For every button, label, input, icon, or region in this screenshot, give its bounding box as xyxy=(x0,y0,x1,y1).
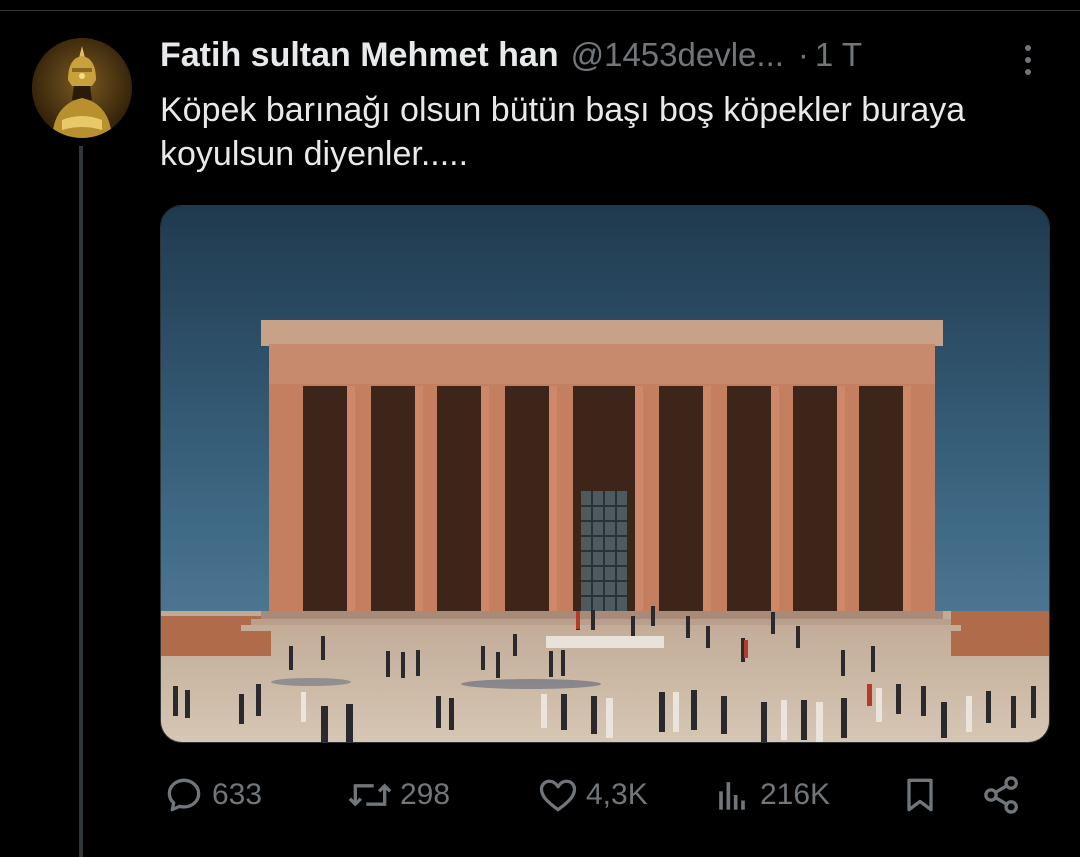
repost-count: 298 xyxy=(400,778,451,811)
like-button[interactable]: 4,3K xyxy=(536,770,648,820)
separator-dot: · xyxy=(797,36,809,73)
tweet-media-photo[interactable] xyxy=(160,205,1050,743)
repost-button[interactable]: 298 xyxy=(346,770,450,820)
mausoleum-photo xyxy=(161,206,1049,742)
author-handle[interactable]: @1453devle... xyxy=(571,36,784,74)
reply-count: 633 xyxy=(212,778,263,811)
share-button[interactable] xyxy=(980,770,1024,820)
views-count: 216K xyxy=(760,778,831,811)
heart-icon xyxy=(539,779,577,812)
thread-line xyxy=(79,146,83,857)
author-display-name[interactable]: Fatih sultan Mehmet han xyxy=(160,36,559,75)
more-vertical-icon xyxy=(1025,45,1031,51)
reply-icon xyxy=(167,778,201,812)
top-divider xyxy=(0,10,1080,11)
views-button[interactable]: 216K xyxy=(710,770,830,820)
tweet-text: Köpek barınağı olsun bütün başı boş köpe… xyxy=(160,91,966,173)
more-dot xyxy=(1025,69,1031,75)
reply-button[interactable]: 633 xyxy=(162,770,262,820)
more-options-button[interactable] xyxy=(1016,40,1040,80)
like-count: 4,3K xyxy=(586,778,648,811)
repost-icon xyxy=(348,783,392,807)
views-chart-icon xyxy=(719,782,745,810)
bookmark-button[interactable] xyxy=(898,770,942,820)
avatar[interactable] xyxy=(32,38,132,138)
tweet-actions: 633 298 4,3K 216K xyxy=(160,770,1040,820)
tweet-timestamp[interactable]: 1 T xyxy=(815,36,862,74)
tweet-header: Fatih sultan Mehmet han @1453devle... · … xyxy=(160,33,862,77)
bookmark-icon xyxy=(907,778,933,812)
sultan-portrait-icon xyxy=(32,38,132,138)
share-icon xyxy=(984,776,1018,814)
more-dot xyxy=(1025,57,1031,63)
